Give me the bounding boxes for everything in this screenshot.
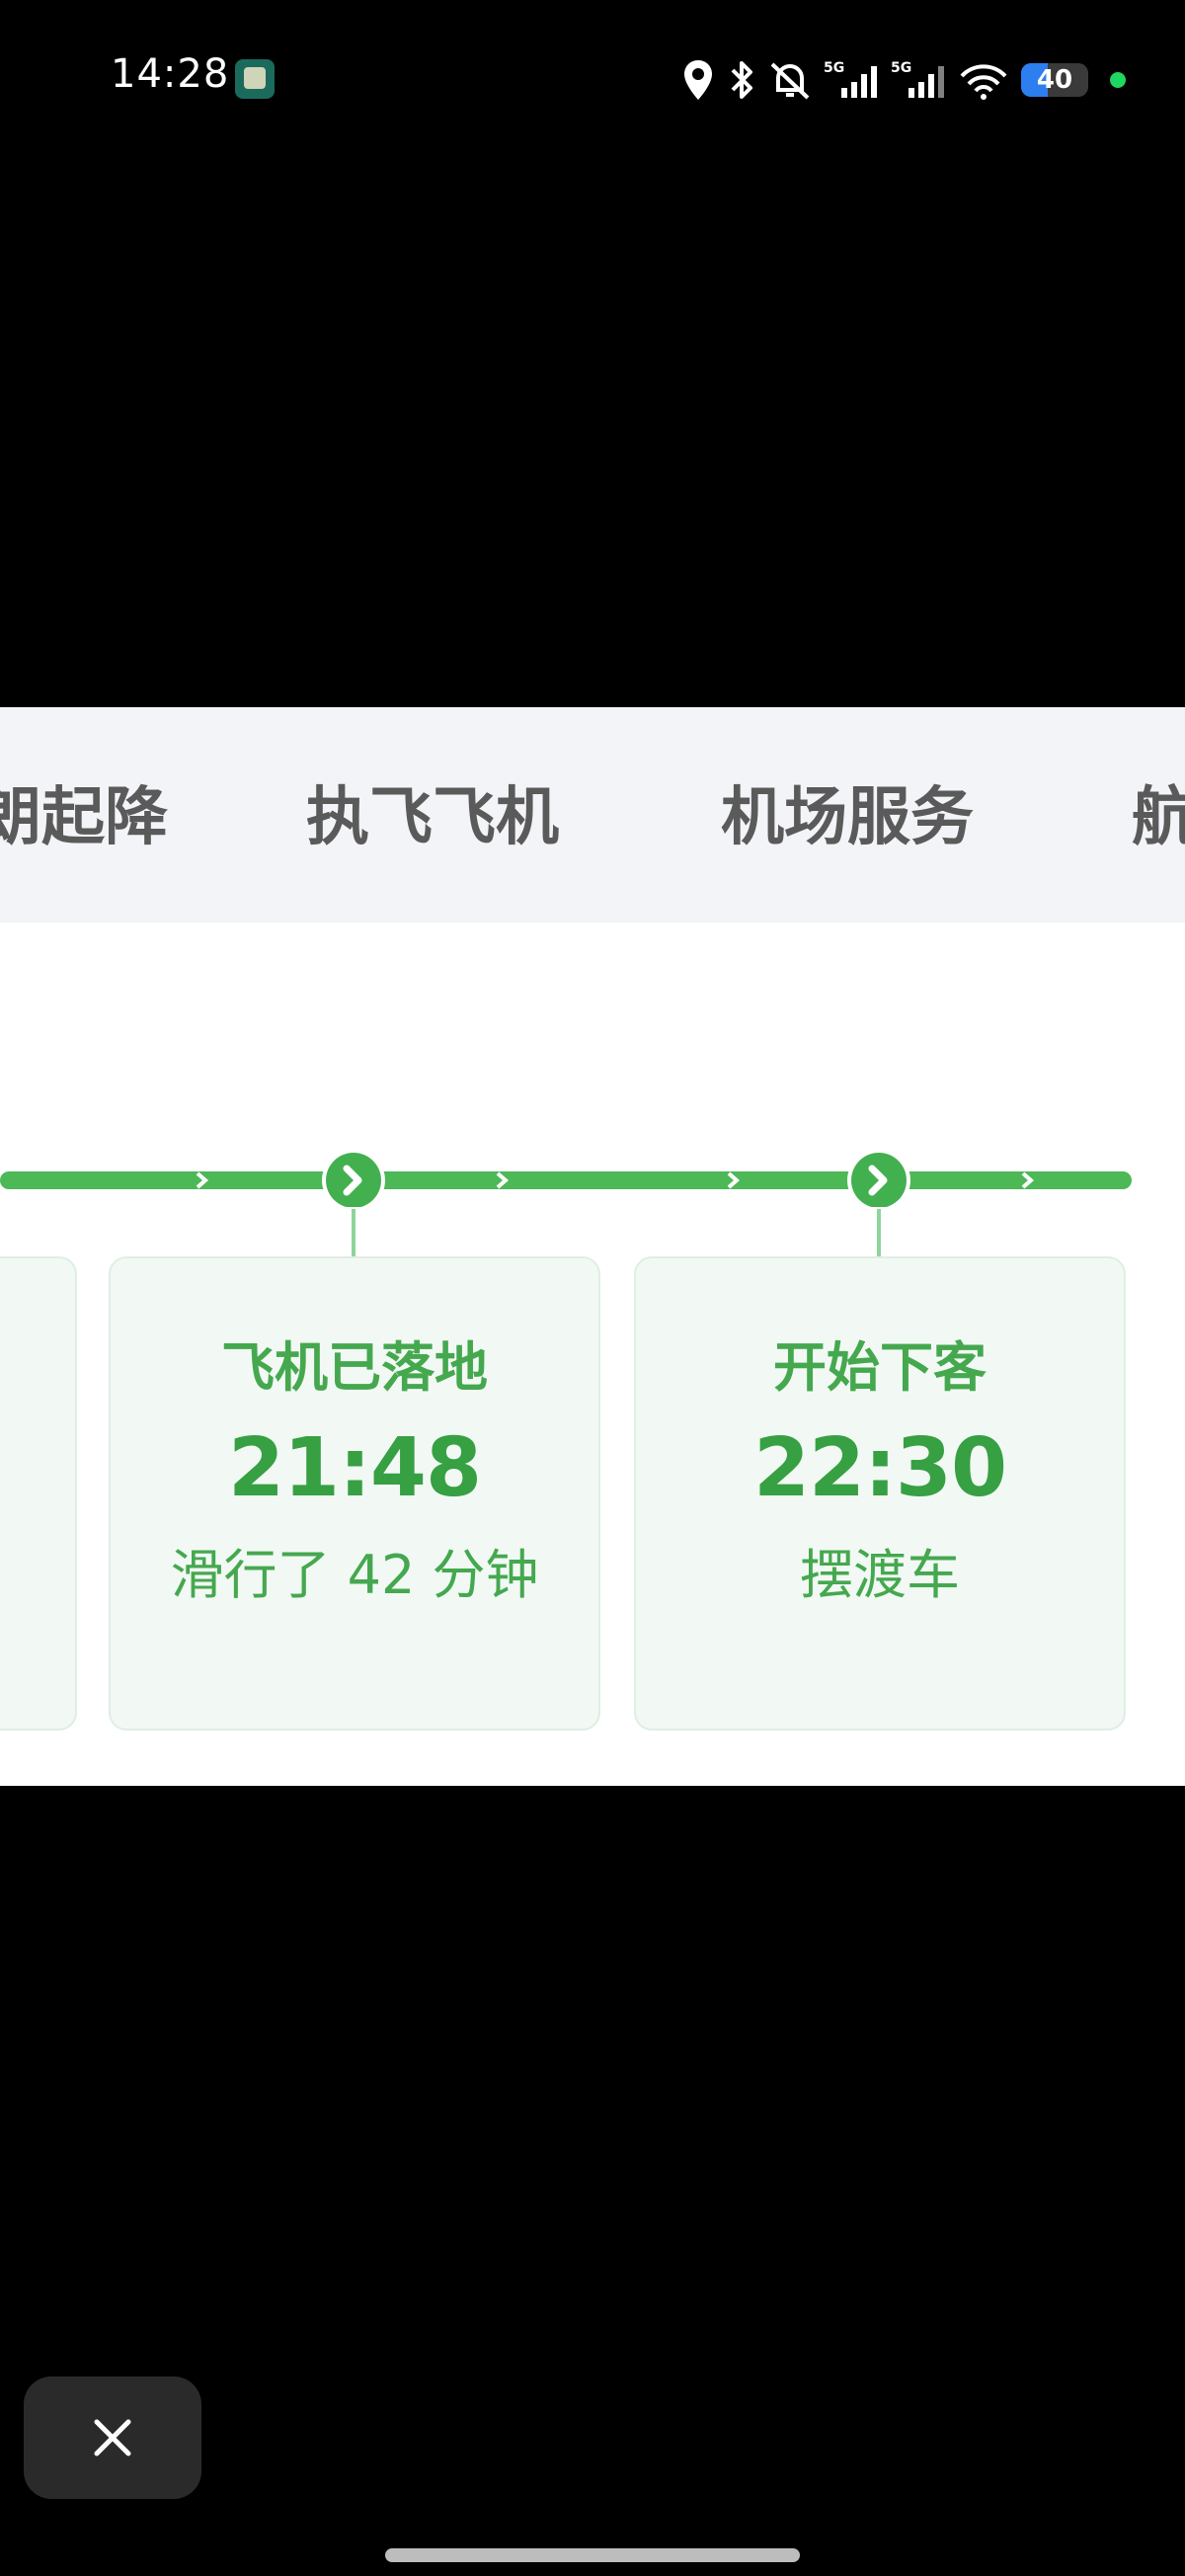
- home-indicator[interactable]: [385, 2548, 800, 2562]
- timeline-card-landed[interactable]: 飞机已落地 21:48 滑行了 42 分钟: [109, 1256, 600, 1731]
- location-icon: [684, 60, 712, 100]
- card-subtitle: 摆渡车: [800, 1544, 960, 1606]
- flight-status-panel: 朗起降 执飞飞机 机场服务 航 飞机已落地 21:48 滑行了 42 分钟 开始…: [0, 707, 1185, 1786]
- card-subtitle: 滑行了 42 分钟: [170, 1544, 539, 1606]
- battery-level: 40: [1036, 65, 1073, 95]
- timeline-connector: [352, 1209, 356, 1256]
- tab-airport-service[interactable]: 机场服务: [721, 766, 974, 857]
- timeline-node-icon: [847, 1149, 910, 1207]
- card-title: 飞机已落地: [221, 1336, 488, 1399]
- signal-5g-icon: 5G: [824, 60, 877, 98]
- svg-text:5G: 5G: [824, 60, 844, 76]
- app-notification-icon: [235, 59, 275, 99]
- close-icon: [94, 2419, 131, 2456]
- timeline-card-partial: [0, 1256, 77, 1731]
- status-icons: 5G 5G 40: [681, 55, 1126, 105]
- tab-bar: 朗起降 执飞飞机 机场服务 航: [0, 707, 1185, 923]
- status-bar: 14:28 5G 5G 40: [0, 0, 1185, 158]
- tab-aircraft[interactable]: 执飞飞机: [306, 766, 559, 857]
- card-title: 开始下客: [773, 1336, 987, 1399]
- timeline-track: [0, 1149, 1132, 1207]
- battery-icon: 40: [1021, 63, 1088, 97]
- close-button[interactable]: [24, 2376, 201, 2499]
- bell-muted-icon: [770, 62, 810, 100]
- bluetooth-icon: [731, 61, 752, 99]
- timeline-connector: [877, 1209, 881, 1256]
- tab-more[interactable]: 航: [1132, 766, 1185, 857]
- card-time: 22:30: [752, 1421, 1007, 1515]
- signal-5g-icon: 5G: [891, 60, 944, 98]
- card-time: 21:48: [227, 1421, 482, 1515]
- timeline-card-deplaning[interactable]: 开始下客 22:30 摆渡车: [634, 1256, 1126, 1731]
- timeline-node-icon: [322, 1149, 385, 1207]
- tab-takeoff-landing[interactable]: 朗起降: [0, 766, 168, 857]
- wifi-icon: [960, 64, 1007, 100]
- status-time: 14:28: [111, 51, 230, 97]
- privacy-indicator-dot: [1110, 72, 1126, 88]
- svg-text:5G: 5G: [891, 60, 911, 76]
